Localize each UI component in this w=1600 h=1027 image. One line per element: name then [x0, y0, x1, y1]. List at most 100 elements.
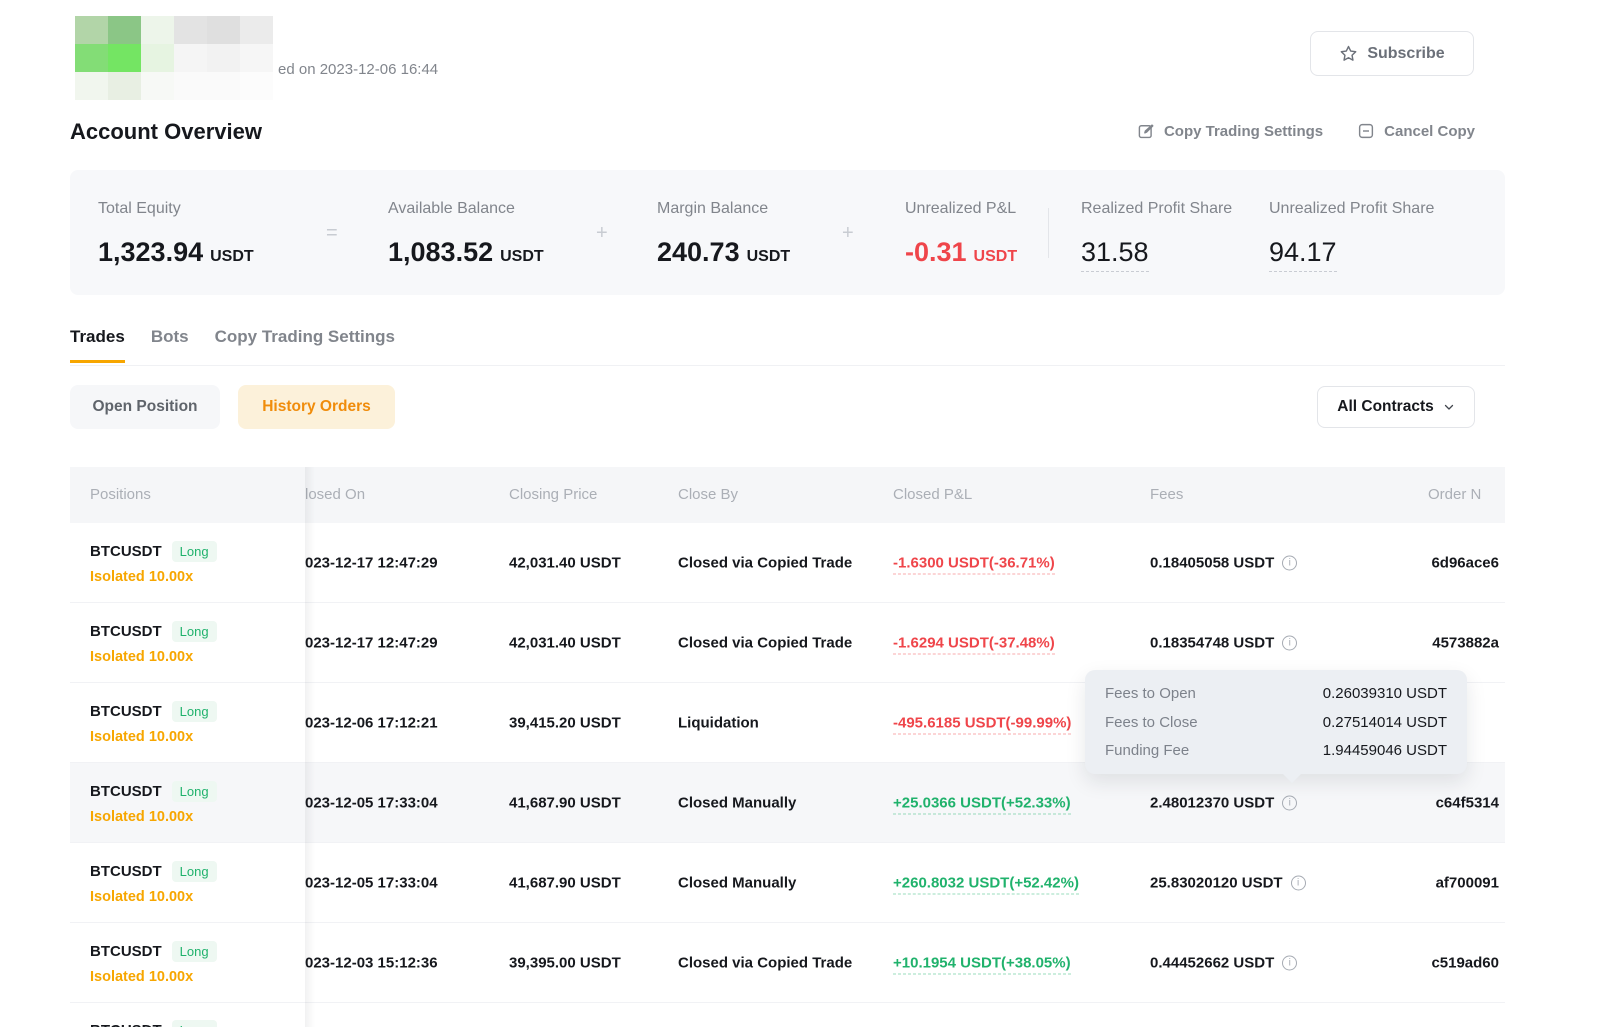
- avatar-pixel: [108, 16, 141, 44]
- position-symbol: BTCUSDT: [90, 623, 162, 640]
- fees-value: 0.18405058 USDT: [1150, 554, 1274, 571]
- page-title: Account Overview: [70, 119, 262, 145]
- info-icon[interactable]: i: [1282, 635, 1297, 650]
- main-tabs: Trades Bots Copy Trading Settings: [70, 327, 395, 363]
- positions-cell: BTCUSDTLongIsolated 10.00x: [90, 621, 217, 665]
- avatar-pixel: [240, 44, 273, 72]
- side-badge: Long: [172, 1020, 217, 1027]
- col-order-no: Order N: [1428, 467, 1481, 523]
- table-row[interactable]: BTCUSDT Long Isolated 10.00x 023-12-17 12:4…: [70, 523, 1505, 603]
- open-position-button[interactable]: Open Position: [70, 385, 220, 429]
- fees-cell: 2.48012370 USDTi: [1150, 794, 1297, 811]
- closing-price-cell: 42,031.40 USDT: [509, 634, 621, 651]
- margin-leverage: Isolated 10.00x: [90, 809, 217, 825]
- side-badge: Long: [172, 621, 217, 642]
- plus-separator: +: [842, 222, 854, 245]
- subscribe-button[interactable]: Subscribe: [1310, 31, 1474, 76]
- position-symbol: BTCUSDT: [90, 543, 162, 560]
- closed-pnl-cell: -1.6294 USDT(-37.48%): [893, 634, 1055, 651]
- symbol-line: BTCUSDTLong: [90, 701, 217, 722]
- tab-trades[interactable]: Trades: [70, 327, 125, 363]
- pnl-value: -1.6294 USDT(-37.48%): [893, 634, 1055, 654]
- avatar-pixel: [240, 16, 273, 44]
- closed-on-cell: 023-12-17 12:47:29: [305, 554, 438, 571]
- side-badge: Long: [172, 541, 217, 562]
- side-badge: Long: [172, 861, 217, 882]
- cancel-copy-action[interactable]: Cancel Copy: [1357, 122, 1475, 140]
- margin-leverage: Isolated 10.00x: [90, 729, 217, 745]
- order-no-cell: 6d96ace6: [1431, 554, 1499, 571]
- close-by-cell: Liquidation: [678, 714, 759, 731]
- stats-divider: [1048, 208, 1049, 258]
- col-positions: Positions: [90, 467, 151, 523]
- avatar-pixel: [108, 44, 141, 72]
- edit-icon: [1137, 122, 1155, 140]
- pnl-value: +25.0366 USDT(+52.33%): [893, 794, 1071, 814]
- avatar-pixel: [207, 72, 240, 100]
- overview-actions: Copy Trading Settings Cancel Copy: [1137, 122, 1475, 140]
- tab-copy-trading-settings[interactable]: Copy Trading Settings: [215, 327, 395, 363]
- table-row[interactable]: BTCUSDTLongIsolated 10.00x023-12-03 15:1…: [70, 923, 1505, 1003]
- copy-trading-settings-label: Copy Trading Settings: [1164, 123, 1323, 140]
- avatar-pixel: [207, 44, 240, 72]
- fees-cell: 0.18405058 USDT i: [1150, 554, 1297, 571]
- history-orders-button[interactable]: History Orders: [238, 385, 395, 429]
- avatar-pixel: [75, 16, 108, 44]
- info-icon[interactable]: i: [1282, 795, 1297, 810]
- table-row[interactable]: BTCUSDTLongIsolated 10.00x023-12-05 17:3…: [70, 843, 1505, 923]
- pnl-value: +260.8032 USDT(+52.42%): [893, 874, 1079, 894]
- tooltip-row: Fees to Open 0.26039310 USDT: [1105, 685, 1447, 702]
- closed-on-cell: 023-12-17 12:47:29: [305, 634, 438, 651]
- fees-value: 25.83020120 USDT: [1150, 874, 1283, 891]
- close-by-cell: Closed Manually: [678, 874, 796, 891]
- position-symbol: BTCUSDT: [90, 863, 162, 880]
- symbol-line: BTCUSDT Long: [90, 861, 217, 882]
- plus-separator: +: [596, 222, 608, 245]
- fees-cell: 25.83020120 USDT i: [1150, 874, 1306, 891]
- symbol-line: BTCUSDT Long: [90, 541, 217, 562]
- positions-cell: BTCUSDTLong Isolated 10.00x: [90, 701, 217, 745]
- tab-bots[interactable]: Bots: [151, 327, 189, 363]
- symbol-line: BTCUSDT Long: [90, 621, 217, 642]
- table-row[interactable]: BTCUSDT Long: [70, 1003, 1505, 1027]
- col-closing-price: Closing Price: [509, 467, 597, 523]
- closing-price-cell: 41,687.90 USDT: [509, 794, 621, 811]
- position-symbol: BTCUSDT: [90, 943, 162, 960]
- close-by-cell: Closed via Copied Trade: [678, 554, 852, 571]
- minus-square-icon: [1357, 122, 1375, 140]
- stat-unrealized-pnl: Unrealized P&L -0.31USDT: [905, 200, 1017, 268]
- pnl-value: +10.1954 USDT(+38.05%): [893, 954, 1071, 974]
- margin-leverage: Isolated 10.00x: [90, 569, 217, 585]
- positions-cell: BTCUSDTLong Isolated 10.00x: [90, 781, 217, 825]
- fees-value: 0.18354748 USDT: [1150, 634, 1274, 651]
- margin-leverage: Isolated 10.00x: [90, 969, 217, 985]
- position-symbol: BTCUSDT: [90, 1022, 162, 1027]
- closed-on-cell: 023-12-05 17:33:04: [305, 874, 438, 891]
- trader-avatar-blurred: [75, 16, 273, 100]
- closed-pnl-cell: -1.6300 USDT(-36.71%): [893, 554, 1055, 571]
- history-table-header: Positions losed On Closing Price Close B…: [70, 467, 1505, 523]
- avatar-pixel: [75, 44, 108, 72]
- pnl-value: -495.6185 USDT(-99.99%): [893, 714, 1071, 734]
- fees-tooltip: Fees to Open 0.26039310 USDT Fees to Clo…: [1085, 670, 1467, 774]
- star-icon: [1339, 44, 1358, 63]
- symbol-line: BTCUSDT Long: [90, 1020, 217, 1027]
- contract-filter-dropdown[interactable]: All Contracts: [1317, 386, 1475, 428]
- equals-separator: =: [326, 222, 338, 245]
- info-icon[interactable]: i: [1282, 955, 1297, 970]
- avatar-pixel: [141, 72, 174, 100]
- copy-trading-settings-action[interactable]: Copy Trading Settings: [1137, 122, 1323, 140]
- tooltip-row: Fees to Close 0.27514014 USDT: [1105, 714, 1447, 731]
- closed-on-cell: 023-12-03 15:12:36: [305, 954, 438, 971]
- position-symbol: BTCUSDT: [90, 783, 162, 800]
- fees-cell: 0.44452662 USDTi: [1150, 954, 1297, 971]
- order-no-cell: 4573882a: [1432, 634, 1499, 651]
- symbol-line: BTCUSDTLong: [90, 781, 217, 802]
- positions-cell: BTCUSDT Long: [90, 1020, 217, 1027]
- info-icon[interactable]: i: [1282, 555, 1297, 570]
- closing-price-cell: 39,395.00 USDT: [509, 954, 621, 971]
- info-icon[interactable]: i: [1291, 875, 1306, 890]
- side-badge: Long: [172, 701, 217, 722]
- avatar-pixel: [174, 16, 207, 44]
- stat-available-balance: Available Balance 1,083.52USDT: [388, 200, 544, 268]
